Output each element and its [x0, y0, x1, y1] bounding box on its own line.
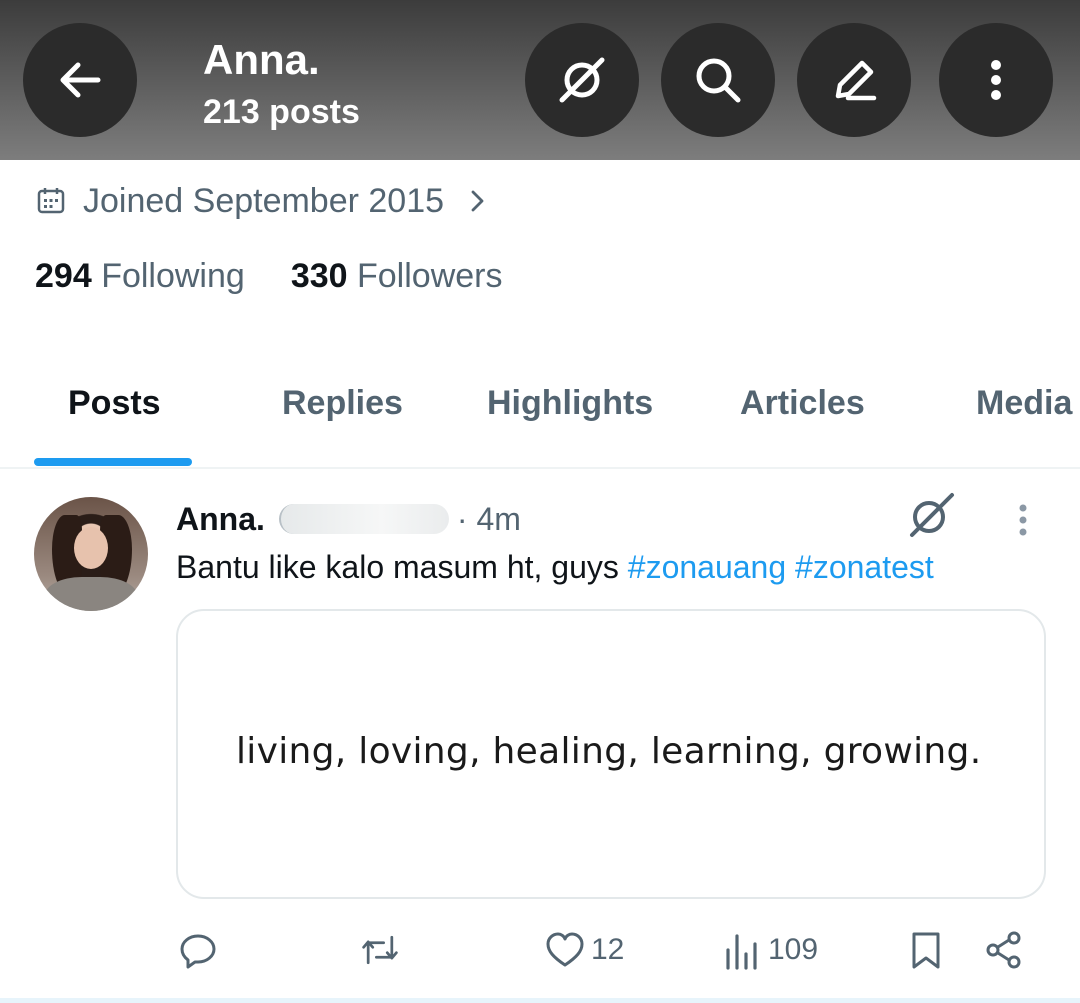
- views-button[interactable]: 109: [722, 928, 818, 972]
- grok-icon[interactable]: [906, 490, 956, 540]
- grok-button[interactable]: [525, 23, 639, 137]
- views-icon: [726, 934, 757, 970]
- bookmark-icon: [912, 932, 940, 969]
- chevron-right-icon: [471, 190, 484, 212]
- repost-button[interactable]: [360, 928, 400, 972]
- following-label: Following: [101, 257, 245, 295]
- profile-header: Anna. 213 posts: [0, 0, 1080, 160]
- back-button[interactable]: [23, 23, 137, 137]
- avatar-body: [44, 577, 138, 611]
- hashtag-zonauang[interactable]: #zonauang: [628, 549, 786, 585]
- joined-date[interactable]: Joined September 2015: [36, 178, 492, 224]
- post-media-card[interactable]: living, loving, healing, learning, growi…: [176, 609, 1046, 899]
- post-handle-redacted: [278, 504, 449, 534]
- share-icon: [986, 931, 1021, 969]
- avatar-face: [74, 527, 108, 569]
- bookmark-button[interactable]: [906, 928, 946, 972]
- arrow-left-icon: [60, 62, 101, 98]
- tab-articles[interactable]: Articles: [740, 384, 865, 423]
- post-text: Bantu like kalo masum ht, guys #zonauang…: [176, 549, 934, 586]
- post-author-name[interactable]: Anna.: [176, 501, 265, 538]
- followers-count: 330: [290, 257, 348, 295]
- post-timestamp[interactable]: · 4m: [457, 501, 521, 538]
- reply-icon: [180, 934, 216, 969]
- repost-icon: [362, 935, 398, 965]
- search-button[interactable]: [661, 23, 775, 137]
- tab-media[interactable]: Media: [976, 384, 1072, 423]
- profile-tabs: Posts Replies Highlights Articles Media: [0, 370, 1080, 468]
- like-button[interactable]: 12: [545, 928, 624, 972]
- avatar[interactable]: [34, 497, 148, 611]
- more-options-button[interactable]: [939, 23, 1053, 137]
- post-actions: 12 109: [0, 920, 1080, 980]
- like-count: 12: [591, 933, 625, 966]
- bottom-divider: [0, 998, 1080, 1003]
- followers-label: Followers: [357, 257, 503, 295]
- followers-link[interactable]: 330 Followers: [291, 257, 503, 296]
- more-vertical-icon: [991, 60, 1001, 100]
- header-profile-name: Anna.: [203, 36, 320, 83]
- hashtag-zonatest[interactable]: #zonatest: [795, 549, 934, 585]
- media-image-text: living, loving, healing, learning, growi…: [236, 731, 982, 772]
- search-icon: [696, 58, 741, 103]
- active-tab-indicator: [34, 458, 192, 466]
- compose-button[interactable]: [797, 23, 911, 137]
- more-vertical-icon[interactable]: [1010, 500, 1036, 540]
- tabs-divider: [0, 467, 1080, 469]
- follow-stats: 294 Following 330 Followers: [35, 257, 548, 296]
- joined-text: Joined September 2015: [83, 181, 445, 220]
- tab-posts[interactable]: Posts: [68, 384, 161, 423]
- following-link[interactable]: 294 Following: [35, 257, 245, 296]
- share-button[interactable]: [984, 928, 1024, 972]
- header-posts-count: 213 posts: [203, 93, 360, 131]
- post-body: Bantu like kalo masum ht, guys: [176, 549, 628, 585]
- view-count: 109: [768, 933, 819, 966]
- tab-replies[interactable]: Replies: [282, 384, 403, 423]
- following-count: 294: [35, 257, 92, 295]
- tab-highlights[interactable]: Highlights: [487, 384, 653, 423]
- calendar-icon: [37, 188, 65, 214]
- reply-button[interactable]: [178, 928, 218, 972]
- grok-icon: [559, 57, 605, 103]
- pencil-icon: [835, 60, 877, 101]
- post-header: Anna. · 4m: [176, 497, 521, 541]
- heart-icon: [546, 932, 584, 967]
